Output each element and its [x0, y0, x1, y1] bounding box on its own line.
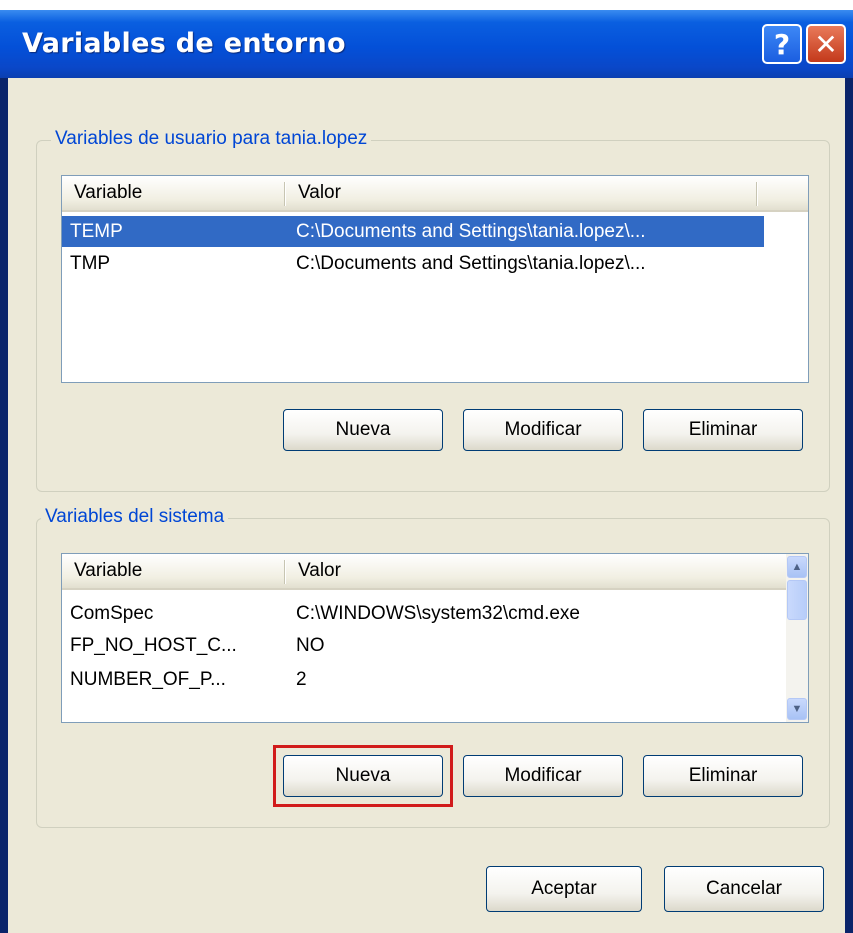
title-bar[interactable]: Variables de entorno ? ✕: [0, 10, 853, 78]
user-variables-legend: Variables de usuario para tania.lopez: [51, 128, 372, 150]
variable-name: FP_NO_HOST_C...: [70, 635, 237, 656]
chevron-up-icon: ▲: [791, 561, 803, 573]
user-variables-group: Variables de usuario para tania.lopez Va…: [36, 128, 830, 492]
list-header: Variable Valor: [62, 176, 808, 212]
column-header-value[interactable]: Valor: [286, 554, 766, 588]
dialog-title: Variables de entorno: [22, 28, 346, 59]
column-header-variable[interactable]: Variable: [62, 554, 284, 588]
list-header: Variable Valor: [62, 554, 788, 590]
scroll-thumb[interactable]: [787, 580, 807, 620]
close-button[interactable]: ✕: [806, 24, 846, 64]
variable-value: NO: [296, 635, 325, 656]
system-edit-button[interactable]: Modificar: [463, 755, 623, 797]
list-row-fp-no-host[interactable]: FP_NO_HOST_C... NO: [62, 630, 788, 661]
variable-value: 2: [296, 669, 307, 690]
variable-name: NUMBER_OF_P...: [70, 669, 226, 690]
variable-value: C:\WINDOWS\system32\cmd.exe: [296, 603, 580, 624]
variable-name: TMP: [70, 253, 111, 274]
variable-value: C:\Documents and Settings\tania.lopez\..…: [296, 221, 646, 242]
environment-variables-dialog: Variables de entorno ? ✕ Variables de us…: [0, 10, 853, 933]
vertical-scrollbar[interactable]: ▲ ▼: [786, 554, 808, 722]
system-variables-legend: Variables del sistema: [41, 506, 229, 528]
system-variables-list[interactable]: Variable Valor ComSpec C:\WINDOWS\system…: [61, 553, 809, 723]
system-new-button[interactable]: Nueva: [283, 755, 443, 797]
list-row-comspec[interactable]: ComSpec C:\WINDOWS\system32\cmd.exe: [62, 598, 788, 629]
ok-button[interactable]: Aceptar: [486, 866, 642, 912]
variable-name: ComSpec: [70, 603, 154, 624]
variable-name: TEMP: [70, 221, 123, 242]
question-mark-icon: ?: [773, 27, 791, 61]
scroll-down-button[interactable]: ▼: [787, 698, 807, 720]
list-row-tmp[interactable]: TMP C:\Documents and Settings\tania.lope…: [62, 248, 808, 279]
column-header-variable[interactable]: Variable: [62, 176, 284, 210]
list-row-number-of-processors[interactable]: NUMBER_OF_P... 2: [62, 664, 788, 695]
user-delete-button[interactable]: Eliminar: [643, 409, 803, 451]
user-variables-list[interactable]: Variable Valor TEMP C:\Documents and Set…: [61, 175, 809, 383]
scroll-up-button[interactable]: ▲: [787, 556, 807, 578]
column-header-value[interactable]: Valor: [286, 176, 756, 210]
cancel-button[interactable]: Cancelar: [664, 866, 824, 912]
close-icon: ✕: [814, 27, 838, 61]
variable-value: C:\Documents and Settings\tania.lopez\..…: [296, 253, 646, 274]
list-row-temp[interactable]: TEMP C:\Documents and Settings\tania.lop…: [62, 216, 764, 247]
system-delete-button[interactable]: Eliminar: [643, 755, 803, 797]
column-separator[interactable]: [756, 182, 758, 206]
help-button[interactable]: ?: [762, 24, 802, 64]
system-variables-group: Variables del sistema Variable Valor Com…: [36, 506, 830, 828]
user-edit-button[interactable]: Modificar: [463, 409, 623, 451]
chevron-down-icon: ▼: [791, 703, 803, 715]
dialog-body: Variables de usuario para tania.lopez Va…: [8, 78, 845, 933]
user-new-button[interactable]: Nueva: [283, 409, 443, 451]
